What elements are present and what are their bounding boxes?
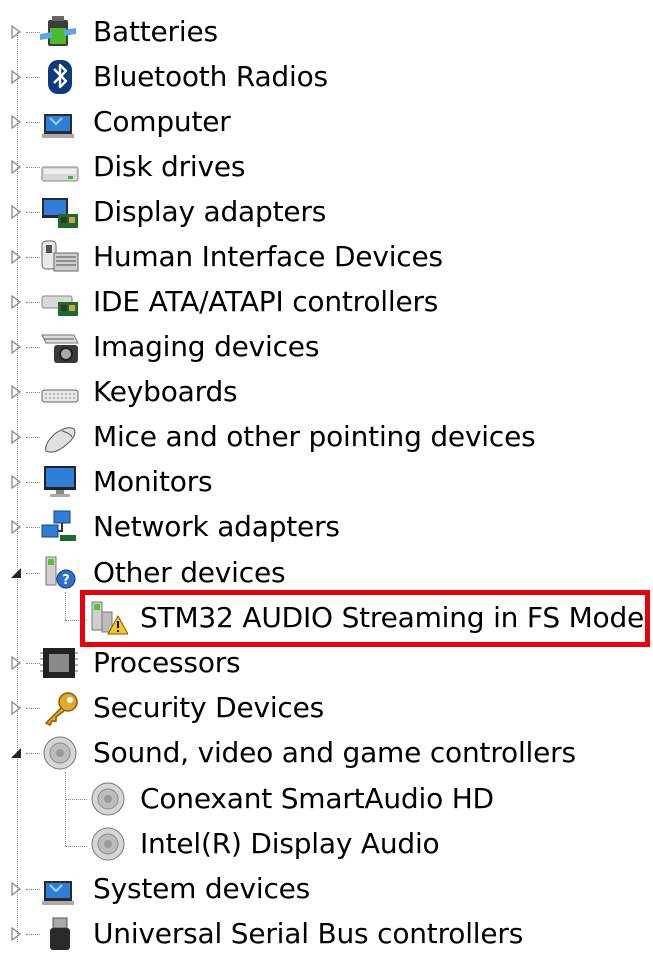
tree-item-processors[interactable]: Processors [0,641,653,686]
expand-arrow-icon[interactable] [8,519,24,535]
tree-connector [26,708,40,709]
tree-item-label: Intel(R) Display Audio [140,827,440,860]
speaker-icon [91,827,125,861]
keyboard-icon [41,389,79,403]
tree-item-label: Monitors [93,465,213,498]
tree-item-label: Security Devices [93,691,325,724]
expand-arrow-icon[interactable] [8,159,24,175]
svg-text:?: ? [62,573,70,588]
hid-icon [41,240,79,272]
tree-item-usb-controllers[interactable]: Universal Serial Bus controllers [0,912,653,957]
tree-item-label: Sound, video and game controllers [93,736,576,769]
tree-item-human-interface-devices[interactable]: Human Interface Devices [0,235,653,280]
tree-connector [26,663,40,664]
tree-item-label: Disk drives [93,150,246,183]
tree-item-display-adapters[interactable]: Display adapters [0,190,653,235]
tree-item-label: Mice and other pointing devices [93,420,536,453]
computer-icon [42,114,74,138]
tree-item-conexant-smartaudio-hd[interactable]: Conexant SmartAudio HD [0,777,653,822]
mouse-icon [45,427,76,453]
speaker-icon [91,782,125,816]
expand-arrow-icon[interactable] [8,881,24,897]
tree-connector [26,77,40,78]
tree-item-mice[interactable]: Mice and other pointing devices [0,415,653,460]
expand-arrow-icon[interactable] [8,294,24,310]
collapse-arrow-icon[interactable] [8,565,24,581]
tree-item-keyboards[interactable]: Keyboards [0,370,653,415]
tree-item-network-adapters[interactable]: Network adapters [0,505,653,550]
expand-arrow-icon[interactable] [8,384,24,400]
expand-arrow-icon[interactable] [8,655,24,671]
tree-item-monitors[interactable]: Monitors [0,460,653,505]
tree-item-label: Computer [93,105,231,138]
tree-connector [26,257,40,258]
tree-item-label: Keyboards [93,375,238,408]
expand-arrow-icon[interactable] [8,339,24,355]
expand-arrow-icon[interactable] [8,114,24,130]
tree-connector [65,799,87,800]
tree-connector [26,482,40,483]
tree-connector [26,573,40,574]
tree-item-disk-drives[interactable]: Disk drives [0,145,653,190]
expand-arrow-icon[interactable] [8,474,24,490]
tree-item-label: Batteries [93,15,218,48]
tree-item-label: IDE ATA/ATAPI controllers [93,285,439,318]
expand-arrow-icon[interactable] [8,700,24,716]
tree-connector [26,527,40,528]
tree-item-bluetooth-radios[interactable]: Bluetooth Radios [0,55,653,100]
display-adapter-icon [42,198,78,228]
usb-icon [50,917,70,950]
expand-arrow-icon[interactable] [8,69,24,85]
tree-item-label: Network adapters [93,510,340,543]
network-icon [41,510,76,541]
tree-item-intel-display-audio[interactable]: Intel(R) Display Audio [0,822,653,867]
tree-item-label: Universal Serial Bus controllers [93,917,524,950]
tree-item-label: Imaging devices [93,330,320,363]
tree-connector [26,889,40,890]
collapse-arrow-icon[interactable] [8,745,24,761]
tree-item-label: Processors [93,646,241,679]
device-tree: Batteries Bluetooth Radios Computer Disk… [0,0,653,950]
tree-connector [26,347,40,348]
tree-item-label: Human Interface Devices [93,240,443,273]
tree-item-label: Display adapters [93,195,327,228]
disk-drive-icon [41,166,79,182]
tree-item-ide-ata-atapi-controllers[interactable]: IDE ATA/ATAPI controllers [0,280,653,325]
tree-connector [26,212,40,213]
tree-item-imaging-devices[interactable]: Imaging devices [0,325,653,370]
tree-connector [26,392,40,393]
tree-item-system-devices[interactable]: System devices [0,867,653,912]
tree-item-computer[interactable]: Computer [0,100,653,145]
tree-connector [26,437,40,438]
speaker-icon [43,736,77,770]
tree-item-security-devices[interactable]: Security Devices [0,686,653,731]
ide-controller-icon [41,295,78,316]
key-icon [44,692,78,726]
unknown-device-icon: ? [45,556,76,589]
processor-icon [40,648,78,678]
tree-item-label: System devices [93,872,311,905]
tree-item-batteries[interactable]: Batteries [0,10,653,55]
expand-arrow-icon[interactable] [8,24,24,40]
camera-icon [41,334,79,363]
tree-connector [26,934,40,935]
tree-item-label: Other devices [93,556,286,589]
tree-connector [26,122,40,123]
highlight-box [80,590,650,647]
system-icon [42,881,74,905]
tree-connector [26,302,40,303]
tree-connector [65,846,87,847]
expand-arrow-icon[interactable] [8,926,24,942]
expand-arrow-icon[interactable] [8,249,24,265]
tree-item-label: Conexant SmartAudio HD [140,782,494,815]
tree-connector [26,753,40,754]
battery-icon [40,16,76,46]
monitor-icon [44,466,76,497]
tree-connector [26,167,40,168]
expand-arrow-icon[interactable] [8,204,24,220]
tree-item-sound-video-game-controllers[interactable]: Sound, video and game controllers [0,731,653,776]
bluetooth-icon [48,60,72,94]
tree-item-label: Bluetooth Radios [93,60,328,93]
expand-arrow-icon[interactable] [8,429,24,445]
